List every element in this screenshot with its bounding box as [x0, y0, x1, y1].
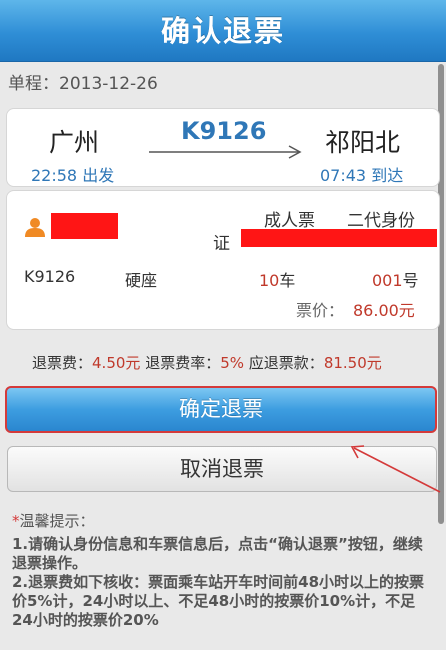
redacted-id-number [241, 229, 437, 247]
ticket-train-number: K9126 [24, 267, 76, 286]
arrival-label: 到达 [371, 166, 404, 185]
ticket-card: 成人票 二代身份 证 K9126 硬座 10车 001号 票价： 86.00元 [6, 190, 440, 330]
car-unit: 车 [279, 271, 296, 290]
refund-amount: 81.50元 [323, 354, 382, 372]
arrival-time-value: 07:43 [320, 166, 367, 185]
seat-unit: 号 [402, 271, 419, 290]
departure-label: 出发 [82, 166, 115, 185]
fee-amount: 4.50元 [92, 354, 141, 372]
arrival-time: 07:43 到达 [320, 162, 403, 186]
price-label: 票价： [296, 301, 345, 320]
seat-number-value: 001 [372, 271, 403, 290]
to-station: 祁阳北 [325, 128, 401, 157]
tips-title-text: 温馨提示： [19, 512, 95, 530]
tips-title: *温馨提示： [12, 512, 432, 531]
refund-label: 应退票款： [248, 354, 324, 372]
trip-label: 单程： [8, 74, 59, 94]
passenger-type: 成人票 [264, 211, 315, 231]
tip-item: 1.请确认身份信息和车票信息后，点击“确认退票”按钮，继续退票操作。 [12, 535, 423, 572]
refund-fee-summary: 退票费：4.50元 退票费率：5% 应退票款：81.50元 [32, 352, 382, 373]
tips-section: *温馨提示： 1.请确认身份信息和车票信息后，点击“确认退票”按钮，继续退票操作… [12, 512, 432, 630]
ticket-price: 86.00元 [353, 301, 415, 320]
seat-type: 硬座 [125, 271, 158, 290]
train-number: K9126 [181, 117, 267, 145]
fee-rate: 5% [220, 354, 245, 372]
seat-number: 001号 [372, 267, 419, 291]
route-card: 广州 K9126 祁阳北 22:58 出发 07:43 到达 [6, 108, 440, 187]
departure-time-value: 22:58 [31, 166, 78, 185]
from-station: 广州 [49, 128, 100, 157]
tips-star: * [12, 512, 20, 530]
trip-date-value: 2013-12-26 [59, 74, 158, 94]
departure-time: 22:58 出发 [31, 162, 114, 186]
id-type-continued: 证 [213, 234, 230, 254]
fee-label: 退票费： [32, 354, 93, 372]
header-bar: 确认退票 [0, 0, 446, 62]
redacted-passenger-name [51, 213, 118, 239]
id-type: 二代身份 [347, 211, 415, 231]
person-icon [25, 218, 45, 237]
trip-date: 单程：2013-12-26 [8, 69, 158, 94]
rate-label: 退票费率： [145, 354, 221, 372]
tip-item: 2.退票费如下核收：票面乘车站开车时间前48小时以上的按票价5%计，24小时以上… [12, 573, 425, 629]
car-number: 10车 [259, 267, 295, 291]
car-number-value: 10 [259, 271, 280, 290]
page-title: 确认退票 [160, 14, 285, 48]
confirm-refund-button[interactable]: 确定退票 [5, 386, 437, 433]
annotation-arrow-icon [350, 445, 441, 493]
arrow-right-icon [149, 145, 302, 159]
